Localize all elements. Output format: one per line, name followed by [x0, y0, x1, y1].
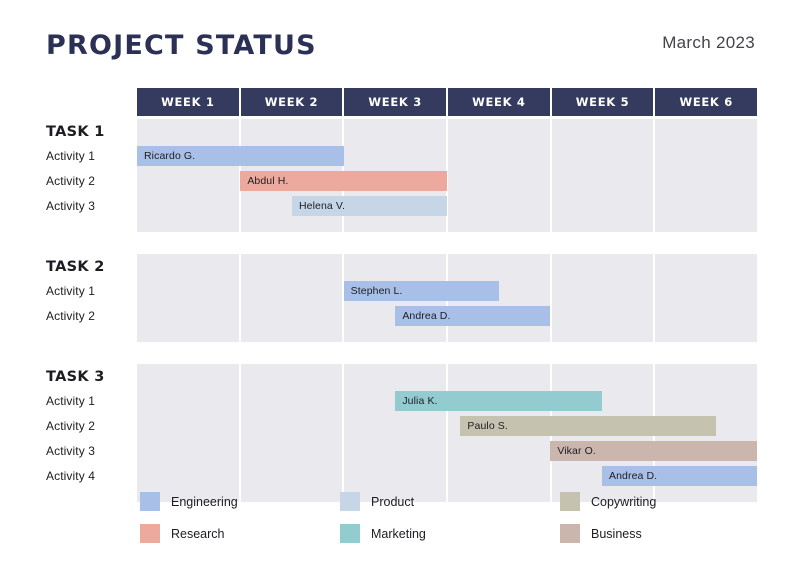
activity-label: Activity 2 — [46, 309, 95, 323]
gridline-col-6 — [655, 119, 757, 232]
week-header-cell-4: WEEK 4 — [448, 88, 552, 116]
week-header-cell-3: WEEK 3 — [344, 88, 448, 116]
gridline-col-1 — [137, 119, 241, 232]
legend-swatch — [340, 492, 360, 511]
gantt-bar-assignee: Ricardo G. — [144, 150, 195, 162]
gantt-bar-assignee: Vikar O. — [557, 445, 596, 457]
gantt-bar[interactable]: Ricardo G. — [137, 146, 344, 166]
legend-swatch — [560, 492, 580, 511]
gridline-col-2 — [241, 364, 345, 502]
gantt-bar-assignee: Abdul H. — [247, 175, 288, 187]
gantt-chart: WEEK 1WEEK 2WEEK 3WEEK 4WEEK 5WEEK 6 Ric… — [0, 0, 800, 575]
legend-label: Research — [171, 527, 225, 541]
activity-label: Activity 4 — [46, 469, 95, 483]
legend-swatch — [560, 524, 580, 543]
gantt-bar[interactable]: Julia K. — [395, 391, 602, 411]
gantt-bar-assignee: Andrea D. — [609, 470, 657, 482]
column-gridlines — [137, 119, 757, 232]
week-header-cell-5: WEEK 5 — [552, 88, 656, 116]
task-group-label: TASK 2 — [46, 259, 105, 275]
gantt-bar[interactable]: Andrea D. — [395, 306, 550, 326]
legend-swatch — [140, 524, 160, 543]
gantt-bar-assignee: Paulo S. — [467, 420, 508, 432]
task-group-label: TASK 1 — [46, 124, 105, 140]
activity-label: Activity 3 — [46, 444, 95, 458]
week-header-cell-2: WEEK 2 — [241, 88, 345, 116]
gantt-bar[interactable]: Vikar O. — [550, 441, 757, 461]
gridline-col-1 — [137, 364, 241, 502]
gridline-col-6 — [655, 254, 757, 342]
activity-label: Activity 1 — [46, 394, 95, 408]
gantt-bar-assignee: Andrea D. — [402, 310, 450, 322]
gantt-bar[interactable]: Abdul H. — [240, 171, 447, 191]
gridline-col-5 — [552, 254, 656, 342]
task-group-panel: Ricardo G. Abdul H. Helena V. — [137, 119, 757, 232]
gridline-col-2 — [241, 254, 345, 342]
week-header-cell-6: WEEK 6 — [655, 88, 757, 116]
task-group-panel: Stephen L. Andrea D. — [137, 254, 757, 342]
gantt-bar[interactable]: Stephen L. — [344, 281, 499, 301]
activity-label: Activity 2 — [46, 174, 95, 188]
gantt-bar-assignee: Julia K. — [402, 395, 437, 407]
chart-legend: Engineering Research Product Marketing Copyw… — [140, 492, 760, 554]
gridline-col-1 — [137, 254, 241, 342]
week-header-row: WEEK 1WEEK 2WEEK 3WEEK 4WEEK 5WEEK 6 — [137, 88, 757, 116]
week-header-cell-1: WEEK 1 — [137, 88, 241, 116]
legend-item[interactable]: Marketing — [340, 524, 426, 543]
gantt-bar-assignee: Stephen L. — [351, 285, 403, 297]
legend-label: Product — [371, 495, 414, 509]
legend-swatch — [340, 524, 360, 543]
legend-swatch — [140, 492, 160, 511]
task-group-panel: Julia K. Paulo S. Vikar O. Andrea D. — [137, 364, 757, 502]
gridline-col-5 — [552, 119, 656, 232]
gantt-bar[interactable]: Helena V. — [292, 196, 447, 216]
activity-label: Activity 3 — [46, 199, 95, 213]
legend-label: Engineering — [171, 495, 238, 509]
legend-item[interactable]: Research — [140, 524, 225, 543]
legend-item[interactable]: Engineering — [140, 492, 238, 511]
activity-label: Activity 2 — [46, 419, 95, 433]
legend-item[interactable]: Product — [340, 492, 414, 511]
gantt-bar[interactable]: Paulo S. — [460, 416, 715, 436]
activity-label: Activity 1 — [46, 149, 95, 163]
gantt-bar[interactable]: Andrea D. — [602, 466, 757, 486]
gridline-col-4 — [448, 119, 552, 232]
legend-label: Marketing — [371, 527, 426, 541]
task-group-label: TASK 3 — [46, 369, 105, 385]
activity-label: Activity 1 — [46, 284, 95, 298]
gantt-bar-assignee: Helena V. — [299, 200, 345, 212]
legend-item[interactable]: Copywriting — [560, 492, 656, 511]
gridline-col-3 — [344, 364, 448, 502]
legend-item[interactable]: Business — [560, 524, 642, 543]
legend-label: Business — [591, 527, 642, 541]
legend-label: Copywriting — [591, 495, 656, 509]
